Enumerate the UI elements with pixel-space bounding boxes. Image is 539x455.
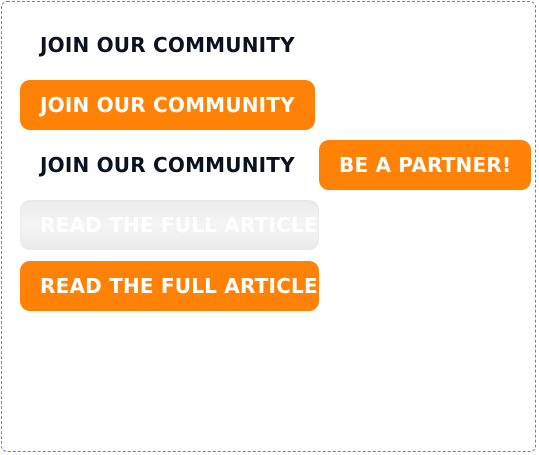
be-a-partner-button[interactable]: BE A PARTNER! [319, 140, 532, 190]
join-community-label: JOIN OUR COMMUNITY [40, 153, 295, 177]
join-community-label: JOIN OUR COMMUNITY [40, 33, 295, 57]
join-community-primary-button[interactable]: JOIN OUR COMMUNITY [20, 80, 315, 130]
read-full-article-label: READ THE FULL ARTICLE [40, 213, 318, 237]
join-community-text-button-secondary[interactable]: JOIN OUR COMMUNITY [20, 140, 315, 190]
read-full-article-label: READ THE FULL ARTICLE [40, 274, 318, 298]
read-full-article-disabled-button: READ THE FULL ARTICLE [20, 200, 319, 250]
join-community-label: JOIN OUR COMMUNITY [40, 93, 295, 117]
be-a-partner-label: BE A PARTNER! [339, 153, 512, 177]
read-full-article-button[interactable]: READ THE FULL ARTICLE [20, 261, 319, 311]
join-community-text-button[interactable]: JOIN OUR COMMUNITY [20, 20, 315, 70]
